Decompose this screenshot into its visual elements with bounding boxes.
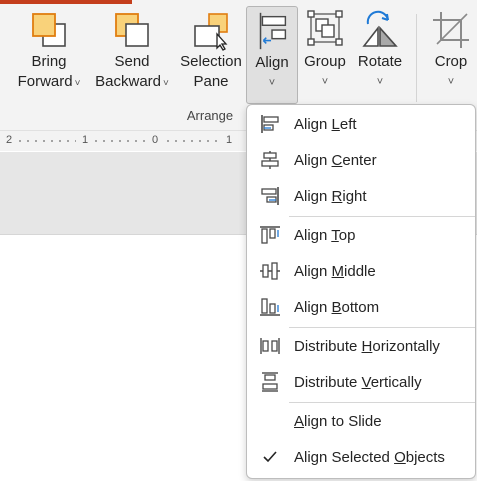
menu-item-accelerator: B: [331, 299, 342, 316]
rotate-label: Rotate: [357, 53, 403, 70]
chevron-down-icon: ˅: [268, 77, 276, 89]
ribbon-separator: [416, 14, 417, 102]
send-backward-label-2: Backward: [95, 73, 161, 90]
menu-item-text: iddle: [344, 263, 376, 280]
crop-label: Crop: [434, 53, 468, 70]
selection-pane-button[interactable]: Selection Pane: [178, 8, 244, 92]
chevron-down-icon: ˅: [447, 76, 455, 88]
menu-item-distribute-horizontally[interactable]: Distribute Horizontally: [247, 329, 475, 363]
crop-icon: [433, 12, 469, 48]
menu-item-accelerator: V: [361, 374, 371, 391]
menu-item-text: enter: [342, 152, 377, 169]
menu-item-align-center[interactable]: Align Center: [247, 143, 475, 177]
chevron-down-icon: ˅: [163, 78, 169, 89]
bring-forward-button[interactable]: Bring Forward ˅: [14, 8, 84, 94]
selection-pane-label-2: Pane: [193, 73, 229, 90]
ruler-label: 1: [226, 134, 233, 146]
menu-item-text: Align: [294, 116, 332, 133]
menu-separator: [289, 327, 475, 328]
crop-button[interactable]: Crop ˅: [428, 8, 474, 92]
menu-item-accelerator: H: [361, 338, 373, 355]
menu-item-align-selected-objects[interactable]: Align Selected Objects: [247, 440, 475, 474]
align-right-icon: [261, 187, 279, 205]
menu-item-text: Align: [294, 299, 332, 316]
menu-item-text: Align: [294, 152, 332, 169]
menu-item-accelerator: T: [331, 227, 339, 244]
align-button[interactable]: Align ˅: [246, 6, 298, 104]
menu-item-align-top[interactable]: Align Top: [247, 218, 475, 252]
menu-item-accelerator: M: [331, 263, 345, 280]
send-backward-icon: [115, 13, 149, 47]
chevron-down-icon: ˅: [376, 76, 384, 88]
group-icon: [307, 10, 343, 46]
menu-item-text: eft: [339, 116, 357, 133]
menu-item-text: Align Selected: [294, 449, 395, 466]
menu-item-distribute-vertically[interactable]: Distribute Vertically: [247, 365, 475, 399]
menu-item-accelerator: C: [331, 152, 343, 169]
group-label: Group: [304, 53, 346, 70]
selection-pane-label-1: Selection: [180, 53, 242, 70]
ruler-label: 2: [6, 134, 13, 146]
menu-item-text: Align: [294, 188, 332, 205]
menu-item-text: ight: [342, 188, 367, 205]
align-dropdown-menu: Align Left Align Center Align Right Alig…: [246, 104, 476, 479]
align-center-icon: [261, 151, 279, 169]
rotate-icon: [362, 10, 398, 47]
menu-item-align-left[interactable]: Align Left: [247, 107, 475, 141]
align-label: Align: [255, 54, 289, 71]
bring-forward-label-1: Bring: [31, 53, 67, 70]
menu-item-accelerator: A: [294, 413, 305, 430]
chevron-down-icon: ˅: [74, 78, 81, 89]
menu-item-accelerator: L: [331, 116, 340, 133]
menu-item-text: ottom: [341, 299, 380, 316]
menu-item-text: Distribute: [294, 338, 362, 355]
rotate-button[interactable]: Rotate ˅: [354, 8, 406, 92]
distribute-horizontally-icon: [260, 338, 280, 354]
send-backward-button[interactable]: Send Backward ˅: [92, 8, 172, 94]
chevron-down-icon: ˅: [321, 76, 329, 88]
menu-item-text: Distribute: [294, 374, 362, 391]
menu-item-text: op: [338, 227, 356, 244]
arrange-group-label: Arrange: [186, 108, 234, 123]
distribute-vertically-icon: [262, 372, 278, 392]
menu-item-text: lign to Slide: [304, 413, 382, 430]
align-icon: [259, 12, 287, 50]
menu-separator: [289, 402, 475, 403]
menu-item-align-bottom[interactable]: Align Bottom: [247, 290, 475, 324]
menu-item-align-middle[interactable]: Align Middle: [247, 254, 475, 288]
checkmark-icon: [263, 451, 277, 463]
send-backward-label-1: Send: [114, 53, 150, 70]
ruler-label: 0: [152, 134, 159, 146]
bring-forward-label-2: Forward: [17, 73, 73, 90]
align-left-icon: [261, 115, 279, 133]
menu-item-align-right[interactable]: Align Right: [247, 179, 475, 213]
selection-pane-icon: [194, 13, 228, 51]
align-middle-icon: [260, 262, 280, 280]
align-top-icon: [260, 226, 280, 244]
menu-separator: [289, 216, 475, 217]
menu-item-text: bjects: [405, 449, 445, 466]
ribbon-accent-bar: [0, 0, 132, 4]
menu-item-text: ertically: [370, 374, 422, 391]
bring-forward-icon: [32, 13, 66, 47]
menu-item-accelerator: O: [394, 449, 406, 466]
menu-item-text: orizontally: [372, 338, 440, 355]
menu-item-align-to-slide[interactable]: Align to Slide: [247, 404, 475, 438]
menu-item-text: Align: [294, 263, 332, 280]
menu-item-accelerator: R: [331, 188, 343, 205]
group-button[interactable]: Group ˅: [300, 8, 350, 92]
align-bottom-icon: [260, 298, 280, 316]
menu-item-text: Align: [294, 227, 332, 244]
ruler-label: 1: [82, 134, 89, 146]
